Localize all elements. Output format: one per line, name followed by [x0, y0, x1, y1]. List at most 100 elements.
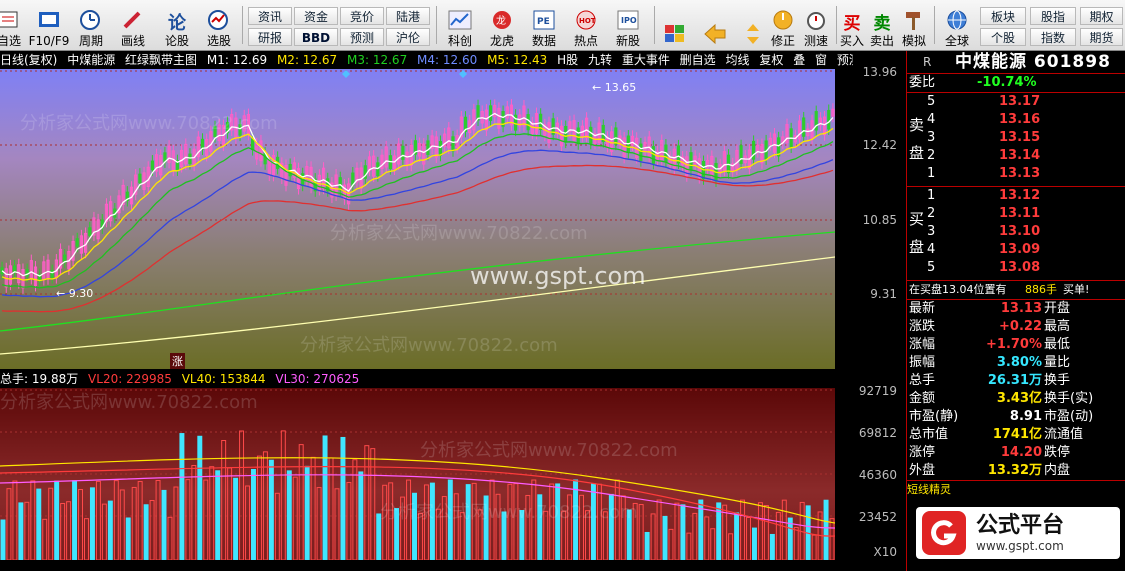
event-marker [342, 70, 350, 78]
sell-button[interactable]: 卖 卖出 [868, 2, 896, 48]
volume-bar [30, 480, 36, 560]
stat-label: 总手 [909, 373, 936, 388]
bbd-button[interactable]: BBD [294, 28, 338, 46]
tab-major-events[interactable]: 重大事件 [622, 53, 670, 67]
price-tick: 12.42 [862, 138, 897, 152]
shanghai-london-button[interactable]: 沪伦 [386, 28, 430, 46]
stat-value: 1741亿 [992, 427, 1042, 442]
market-tag: R [923, 55, 932, 69]
stat-label: 外盘 [909, 463, 936, 478]
buy-level[interactable]: 4 13.09 [927, 241, 1107, 259]
capital-button[interactable]: 资金 [294, 7, 338, 25]
volume-chart[interactable]: 分析家公式网www.70822.com 分析家公式网www.70822.com … [0, 388, 835, 560]
badge-title: 公式平台 [976, 513, 1065, 538]
volume-tick: 92719 [858, 384, 897, 398]
tab-ma[interactable]: 均线 [726, 53, 750, 67]
global-button[interactable]: 全球 [940, 2, 974, 48]
stopwatch-icon [804, 9, 828, 31]
volume-bar [185, 479, 191, 560]
price-chart[interactable]: 分析家公式网www.70822.com 分析家公式网www.70822.com … [0, 69, 835, 369]
volume-bar [84, 518, 89, 560]
up-down-button[interactable] [740, 2, 766, 48]
stock-index-button[interactable]: 股指 [1030, 7, 1076, 25]
candle [589, 126, 593, 144]
stock-name: 中煤能源 601898 [955, 52, 1111, 72]
weibi-row: 委比 -10.74% [907, 74, 1125, 93]
ipo-button[interactable]: IPO 新股 [612, 2, 644, 48]
stock-select-button[interactable]: 选股 [204, 2, 234, 48]
sell-level[interactable]: 1 13.13 [927, 165, 1107, 183]
candle [188, 153, 192, 165]
pencil-icon [121, 9, 145, 31]
options-button[interactable]: 期权 [1080, 7, 1123, 25]
stat-row: 涨停 14.20 跌停 [907, 444, 1125, 462]
volume-bar [292, 476, 298, 560]
buy-level[interactable]: 5 13.08 [927, 259, 1107, 277]
volume-bar [304, 465, 310, 560]
buy-level[interactable]: 3 13.10 [927, 223, 1107, 241]
stat-label: 流通值 [1044, 427, 1084, 442]
fix-button[interactable]: 修正 [768, 2, 798, 48]
index-button[interactable]: 指数 [1030, 28, 1076, 46]
clock-icon [79, 9, 103, 31]
tab-adjust[interactable]: 复权 [759, 53, 783, 67]
discuss-icon: 论 [168, 13, 186, 34]
news-button[interactable]: 资讯 [248, 7, 292, 25]
data-button[interactable]: PE 数据 [528, 2, 560, 48]
sell-level[interactable]: 2 13.14 [927, 147, 1107, 165]
sell-level[interactable]: 4 13.16 [927, 111, 1107, 129]
auction-button[interactable]: 竞价 [340, 7, 384, 25]
volume-bar [734, 512, 740, 560]
stat-value: 3.80% [996, 355, 1042, 370]
tab-hshare[interactable]: H股 [557, 53, 578, 67]
tab-window[interactable]: 窗 [815, 53, 827, 67]
period-button[interactable]: 周期 [76, 2, 106, 48]
speed-test-button[interactable]: 测速 [800, 2, 832, 48]
tab-nine-turn[interactable]: 九转 [588, 53, 612, 67]
star-market-button[interactable]: 科创 [444, 2, 476, 48]
watermark: 分析家公式网www.70822.com [20, 113, 278, 134]
discuss-button[interactable]: 论 论股 [162, 2, 192, 48]
volume-bar [173, 486, 179, 560]
tab-overlay[interactable]: 叠 [793, 53, 805, 67]
ma3-label: M3: 12.67 [346, 53, 408, 67]
quote-header: R 中煤能源 601898 [907, 51, 1125, 74]
sell-level[interactable]: 3 13.15 [927, 129, 1107, 147]
watermark: 分析家公式网www.70822.com [300, 335, 558, 356]
period-label[interactable]: 日线(复权) [0, 53, 57, 67]
hot-icon: HOT [574, 9, 598, 31]
back-button[interactable] [700, 2, 730, 48]
indicator-label[interactable]: 红绿飘带主图 [125, 53, 197, 67]
volume-bar [781, 499, 787, 560]
stat-row: 涨幅 +1.70% 最低 [907, 336, 1125, 354]
buy-button[interactable]: 买 买入 [838, 2, 866, 48]
globe-icon [945, 9, 969, 31]
single-stock-button[interactable]: 个股 [980, 28, 1026, 46]
dragon-tiger-button[interactable]: 龙 龙虎 [486, 2, 518, 48]
drawline-button[interactable]: 画线 [118, 2, 148, 48]
hot-button[interactable]: HOT 热点 [570, 2, 602, 48]
level-price: 13.13 [999, 166, 1041, 181]
report-button[interactable]: 研报 [248, 28, 292, 46]
tab-remove-watchlist[interactable]: 删自选 [680, 53, 716, 67]
sector-button[interactable]: 板块 [980, 7, 1026, 25]
short-line-elf[interactable]: 短线精灵 [907, 480, 1125, 499]
forecast-button[interactable]: 预测 [340, 28, 384, 46]
volume-bar [95, 480, 101, 560]
f10-button[interactable]: F10/F9 [28, 2, 70, 48]
tab-forecast[interactable]: 预测 [837, 53, 853, 67]
watchlist-button[interactable]: 自选 [0, 2, 22, 48]
volume-bar [119, 489, 125, 560]
futures-button[interactable]: 期货 [1080, 28, 1123, 46]
buy-level[interactable]: 1 13.12 [927, 187, 1107, 205]
candle [614, 127, 618, 145]
main-toolbar: 自选 F10/F9 周期 画线 论 论股 选股 资讯 资金 竞价 陆港 研报 B… [0, 0, 1125, 51]
multi-window-button[interactable] [660, 2, 690, 48]
volume-bar [233, 477, 239, 560]
buy-level[interactable]: 2 13.11 [927, 205, 1107, 223]
volume-bar [197, 435, 203, 560]
stats-table: 最新 13.13 开盘 涨跌 +0.22 最高 涨幅 +1.70% 最低 振幅 3.80% 量比 总手 2… [907, 300, 1125, 480]
simulate-button[interactable]: 模拟 [898, 2, 930, 48]
sell-level[interactable]: 5 13.17 [927, 93, 1107, 111]
connect-button[interactable]: 陆港 [386, 7, 430, 25]
